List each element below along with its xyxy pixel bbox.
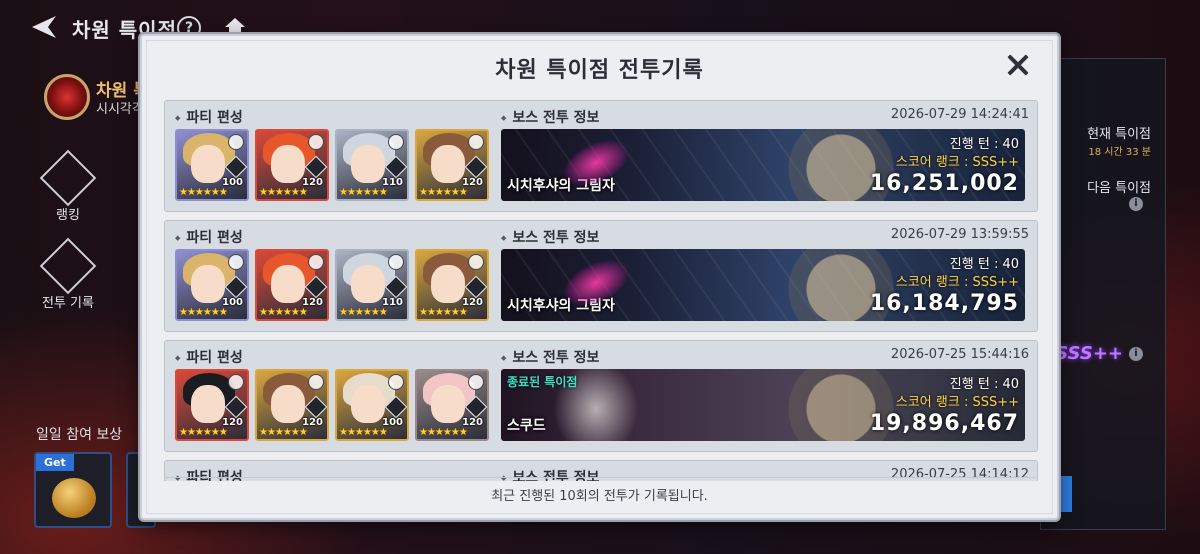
hero-portrait[interactable]: 120 ★★★★★★ (255, 369, 329, 441)
turn-count: 진행 턴 : 40 (949, 257, 1019, 272)
element-icon (388, 374, 404, 390)
time-remaining: 18 시간 33 분 (1088, 147, 1151, 158)
boss-battle-banner[interactable]: 종료된 특이점 스쿠드 진행 턴 : 40 스코어 랭크 : SSS++ 19,… (501, 369, 1025, 441)
hero-stars: ★★★★★★ (339, 187, 388, 198)
hero-portrait[interactable]: 120 ★★★★★★ (415, 249, 489, 321)
battle-record: 파티 편성 보스 전투 정보 2026-07-29 13:59:55 100 ★… (164, 220, 1038, 332)
modal-title: 차원 특이점 전투기록 (495, 58, 704, 83)
party-lineup: 100 ★★★★★★ 120 ★★★★★★ 110 ★★★★★★ 120 ★★★… (175, 249, 489, 321)
battle-log-button[interactable]: 전투 기록 (30, 237, 106, 311)
hero-portrait[interactable]: 120 ★★★★★★ (255, 249, 329, 321)
record-date: 2026-07-25 15:44:16 (890, 347, 1029, 362)
boss-name: 스쿠드 (507, 418, 546, 434)
info-icon[interactable]: i (1129, 347, 1143, 361)
score-value: 16,251,002 (869, 171, 1019, 196)
hero-portrait[interactable]: 120 ★★★★★★ (415, 129, 489, 201)
current-singularity-label: 현재 특이점 (1087, 127, 1151, 142)
battle-record-modal: 차원 특이점 전투기록 파티 편성 보스 전투 정보 2026-07-29 14… (140, 34, 1059, 520)
boss-info-label: 보스 전투 정보 (501, 467, 599, 481)
back-arrow-icon[interactable] (30, 14, 60, 40)
hero-portrait[interactable]: 110 ★★★★★★ (335, 129, 409, 201)
party-label: 파티 편성 (175, 227, 242, 247)
coin-icon (52, 478, 96, 518)
battle-log-label: 전투 기록 (42, 296, 94, 311)
boss-info-label: 보스 전투 정보 (501, 107, 599, 127)
element-icon (468, 254, 484, 270)
daily-reward-slot[interactable]: Get (34, 452, 112, 528)
score-rank: 스코어 랭크 : SSS++ (895, 155, 1019, 170)
battle-record: 파티 편성 보스 전투 정보 2026-07-25 15:44:16 120 ★… (164, 340, 1038, 452)
turn-count: 진행 턴 : 40 (949, 137, 1019, 152)
ranking-icon (39, 149, 97, 207)
rank-badge: SSS++ (1055, 343, 1123, 364)
hero-portrait[interactable]: 100 ★★★★★★ (335, 369, 409, 441)
record-date: 2026-07-25 14:14:12 (890, 467, 1029, 481)
boss-name: 시치후샤의 그림자 (507, 178, 615, 194)
singularity-subtitle: 시시각각 (96, 102, 144, 117)
score-rank: 스코어 랭크 : SSS++ (895, 395, 1019, 410)
element-icon (308, 374, 324, 390)
record-date: 2026-07-29 13:59:55 (890, 227, 1029, 242)
element-icon (308, 254, 324, 270)
singularity-emblem-icon (44, 74, 90, 120)
info-icon[interactable]: i (1129, 197, 1143, 211)
reward-get-tag: Get (36, 454, 74, 471)
hero-stars: ★★★★★★ (179, 187, 228, 198)
record-list[interactable]: 파티 편성 보스 전투 정보 2026-07-29 14:24:41 100 ★… (164, 100, 1038, 481)
sword-icon (39, 237, 97, 295)
element-icon (228, 254, 244, 270)
hero-portrait[interactable]: 100 ★★★★★★ (175, 249, 249, 321)
record-date: 2026-07-29 14:24:41 (890, 107, 1029, 122)
hero-stars: ★★★★★★ (419, 187, 468, 198)
hero-portrait[interactable]: 120 ★★★★★★ (415, 369, 489, 441)
party-label: 파티 편성 (175, 347, 242, 367)
boss-name: 시치후샤의 그림자 (507, 298, 615, 314)
hero-stars: ★★★★★★ (419, 427, 468, 438)
hero-portrait[interactable]: 120 ★★★★★★ (255, 129, 329, 201)
close-icon[interactable] (1005, 52, 1031, 78)
battle-record: 파티 편성 보스 전투 정보 2026-07-29 14:24:41 100 ★… (164, 100, 1038, 212)
element-icon (468, 374, 484, 390)
turn-count: 진행 턴 : 40 (949, 377, 1019, 392)
boss-info-label: 보스 전투 정보 (501, 347, 599, 367)
element-icon (388, 134, 404, 150)
footer-divider (164, 477, 1035, 478)
boss-info-label: 보스 전투 정보 (501, 227, 599, 247)
hero-portrait[interactable]: 100 ★★★★★★ (175, 129, 249, 201)
score-rank: 스코어 랭크 : SSS++ (895, 275, 1019, 290)
hero-stars: ★★★★★★ (339, 427, 388, 438)
footer-note: 최근 진행된 10회의 전투가 기록됩니다. (491, 489, 708, 504)
boss-battle-banner[interactable]: 시치후샤의 그림자 진행 턴 : 40 스코어 랭크 : SSS++ 16,18… (501, 249, 1025, 321)
ended-singularity-tag: 종료된 특이점 (507, 375, 578, 389)
element-icon (228, 374, 244, 390)
hero-stars: ★★★★★★ (259, 187, 308, 198)
daily-reward-title: 일일 참여 보상 (36, 427, 123, 443)
ranking-label: 랭킹 (56, 208, 80, 223)
ranking-button[interactable]: 랭킹 (30, 149, 106, 223)
party-label: 파티 편성 (175, 467, 242, 481)
element-icon (468, 134, 484, 150)
element-icon (388, 254, 404, 270)
score-value: 16,184,795 (869, 291, 1019, 316)
hero-stars: ★★★★★★ (179, 307, 228, 318)
hero-stars: ★★★★★★ (259, 427, 308, 438)
element-icon (308, 134, 324, 150)
hero-stars: ★★★★★★ (179, 427, 228, 438)
hero-stars: ★★★★★★ (339, 307, 388, 318)
next-singularity-label: 다음 특이점 (1087, 181, 1151, 196)
element-icon (228, 134, 244, 150)
hero-stars: ★★★★★★ (419, 307, 468, 318)
hero-stars: ★★★★★★ (259, 307, 308, 318)
hero-portrait[interactable]: 110 ★★★★★★ (335, 249, 409, 321)
party-lineup: 100 ★★★★★★ 120 ★★★★★★ 110 ★★★★★★ 120 ★★★… (175, 129, 489, 201)
score-value: 19,896,467 (869, 411, 1019, 436)
party-label: 파티 편성 (175, 107, 242, 127)
boss-battle-banner[interactable]: 시치후샤의 그림자 진행 턴 : 40 스코어 랭크 : SSS++ 16,25… (501, 129, 1025, 201)
hero-portrait[interactable]: 120 ★★★★★★ (175, 369, 249, 441)
party-lineup: 120 ★★★★★★ 120 ★★★★★★ 100 ★★★★★★ 120 ★★★… (175, 369, 489, 441)
